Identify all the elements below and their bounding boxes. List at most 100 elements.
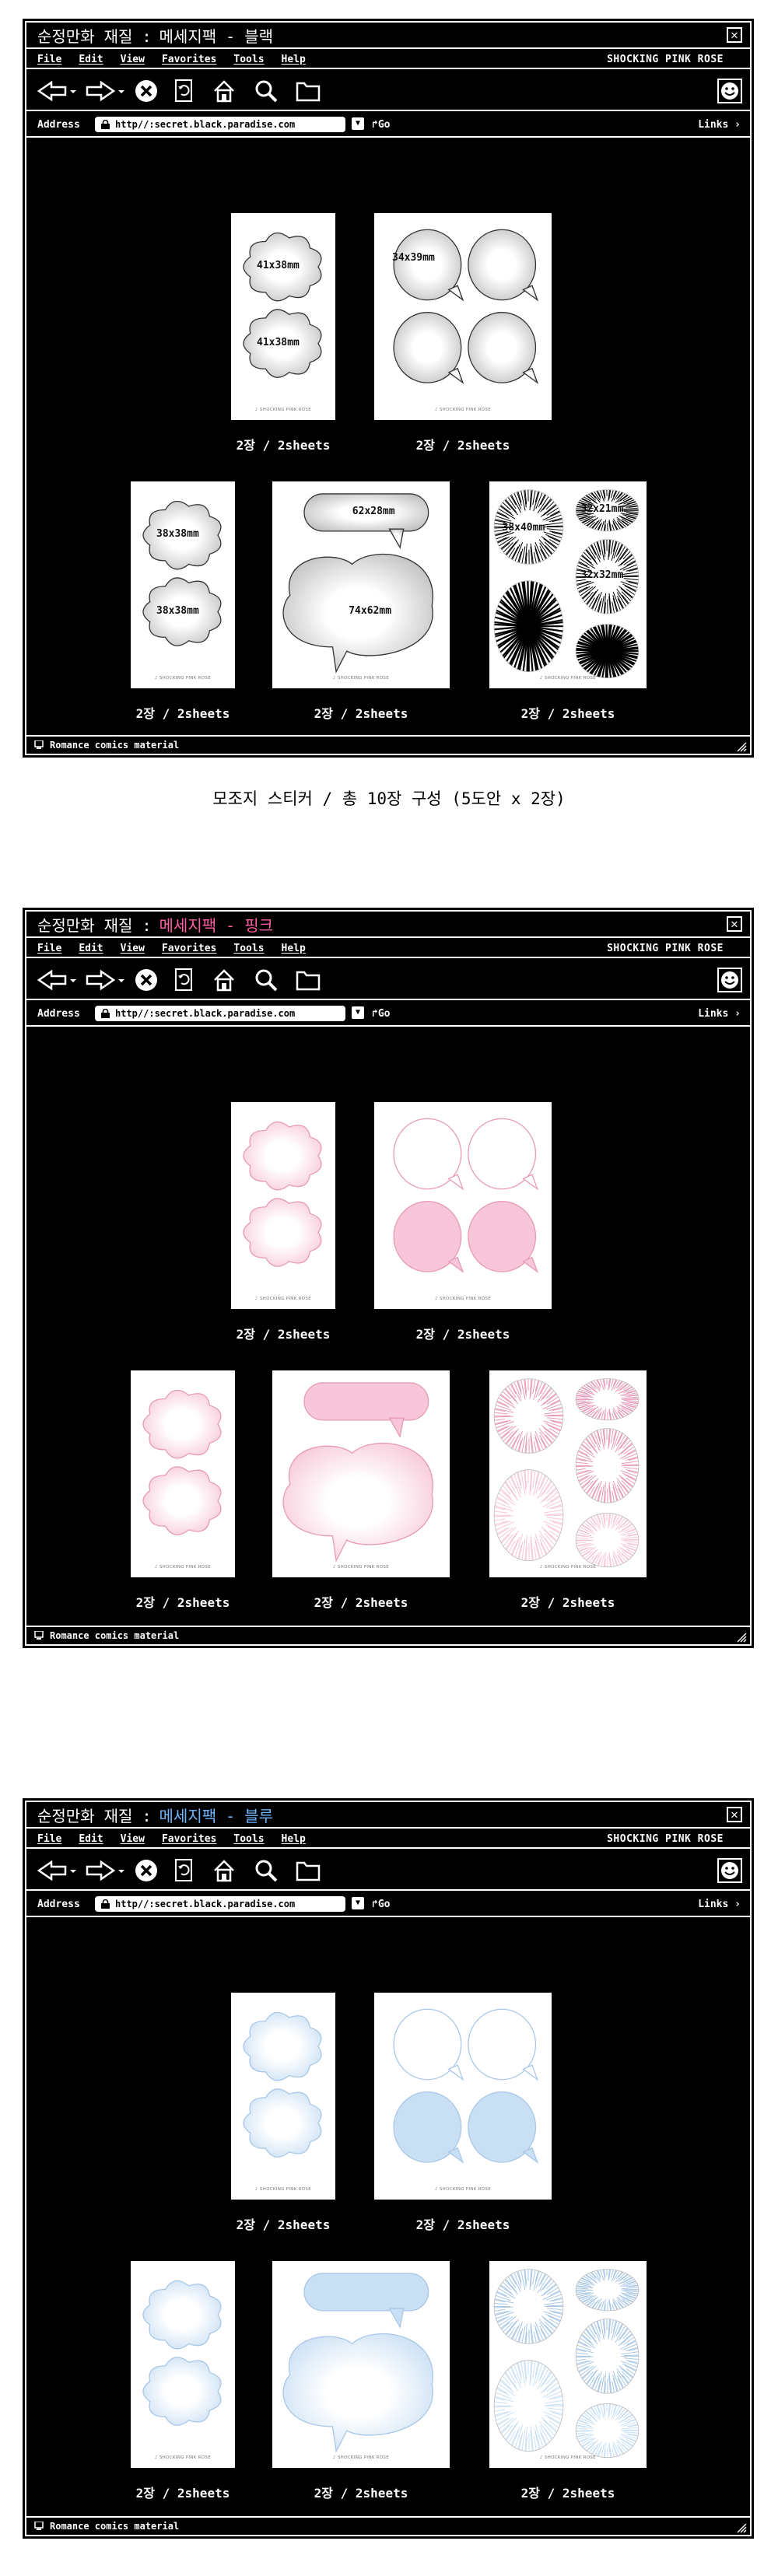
- sheet-brand-text: ♪ SHOCKING PINK ROSE: [540, 676, 596, 681]
- search-icon[interactable]: [252, 79, 280, 103]
- status-text: Romance comics material: [50, 2521, 180, 2532]
- home-icon[interactable]: [210, 79, 238, 103]
- menu-help[interactable]: Help: [282, 54, 306, 65]
- menu-help[interactable]: Help: [282, 1833, 306, 1845]
- window-title: 순정만화 재질 :: [37, 915, 152, 935]
- refresh-icon[interactable]: [170, 1858, 198, 1883]
- dimension-label: 38x38mm: [156, 528, 199, 541]
- sheet-count-caption: 2장 / 2sheets: [236, 438, 331, 453]
- home-icon[interactable]: [210, 1858, 238, 1883]
- menu-edit[interactable]: Edit: [79, 54, 103, 65]
- forward-arrow-icon[interactable]: [82, 968, 126, 992]
- links-button[interactable]: Links ›: [698, 1008, 741, 1020]
- smiley-icon: [717, 79, 742, 103]
- dimension-label: 32x21mm: [580, 503, 624, 516]
- dimension-label: 41x38mm: [257, 260, 300, 272]
- stop-icon[interactable]: [132, 1858, 160, 1883]
- sheet-brand-text: ♪ SHOCKING PINK ROSE: [255, 2187, 311, 2192]
- sticker-art: [243, 2011, 322, 2158]
- menu-help[interactable]: Help: [282, 943, 306, 954]
- menu-tools[interactable]: Tools: [233, 54, 264, 65]
- address-input[interactable]: http//:secret.black.paradise.com: [95, 117, 345, 132]
- menu-view[interactable]: View: [121, 943, 145, 954]
- menu-favorites[interactable]: Favorites: [162, 1833, 216, 1845]
- sticker-sheet: ♪ SHOCKING PINK ROSE: [374, 1102, 552, 1309]
- stop-icon[interactable]: [132, 968, 160, 992]
- address-bar: Address http//:secret.black.paradise.com…: [26, 1002, 750, 1027]
- sheet-brand-text: ♪ SHOCKING PINK ROSE: [255, 1297, 311, 1301]
- sheet-brand-text: ♪ SHOCKING PINK ROSE: [333, 676, 389, 681]
- menu-favorites[interactable]: Favorites: [162, 54, 216, 65]
- smiley-icon: [717, 968, 742, 992]
- url-text: http//:secret.black.paradise.com: [115, 1899, 296, 1909]
- lock-icon: [101, 120, 110, 129]
- sheet-count-caption: 2장 / 2sheets: [415, 1327, 510, 1342]
- sticker-art: [393, 1118, 539, 1273]
- sheet-count-caption: 2장 / 2sheets: [135, 2486, 230, 2501]
- resize-grip-icon[interactable]: [736, 741, 747, 752]
- sheet-count-caption: 2장 / 2sheets: [314, 706, 408, 721]
- stop-icon[interactable]: [132, 79, 160, 103]
- sheet-count-caption: 2장 / 2sheets: [520, 1595, 615, 1610]
- back-arrow-icon[interactable]: [36, 79, 79, 103]
- home-icon[interactable]: [210, 968, 238, 992]
- go-button[interactable]: ↱Go: [372, 119, 390, 131]
- dimension-label: 34x39mm: [392, 251, 435, 264]
- search-icon[interactable]: [252, 1858, 280, 1883]
- menu-bar: File Edit View Favorites Tools Help SHOC…: [26, 1830, 750, 1849]
- menu-tools[interactable]: Tools: [233, 1833, 264, 1845]
- computer-icon: [34, 1631, 44, 1640]
- sheet-count-caption: 2장 / 2sheets: [415, 2217, 510, 2232]
- dimension-label: 74x62mm: [349, 604, 392, 617]
- address-dropdown-icon[interactable]: ▼: [352, 117, 364, 130]
- links-button[interactable]: Links ›: [698, 119, 741, 131]
- links-button[interactable]: Links ›: [698, 1899, 741, 1910]
- forward-arrow-icon[interactable]: [82, 1858, 126, 1883]
- dimension-label: 62x28mm: [352, 505, 395, 517]
- menu-edit[interactable]: Edit: [79, 1833, 103, 1845]
- menu-file[interactable]: File: [37, 943, 61, 954]
- close-icon[interactable]: ✕: [727, 1807, 742, 1822]
- toolbar: [26, 71, 750, 111]
- refresh-icon[interactable]: [170, 968, 198, 992]
- menu-favorites[interactable]: Favorites: [162, 943, 216, 954]
- folder-icon[interactable]: [294, 79, 322, 103]
- forward-arrow-icon[interactable]: [82, 79, 126, 103]
- computer-icon: [34, 740, 44, 749]
- sticker-art: [142, 2280, 222, 2426]
- address-dropdown-icon[interactable]: ▼: [352, 1897, 364, 1909]
- go-button[interactable]: ↱Go: [372, 1008, 390, 1020]
- close-icon[interactable]: ✕: [727, 916, 742, 932]
- url-text: http//:secret.black.paradise.com: [115, 119, 296, 130]
- back-arrow-icon[interactable]: [36, 968, 79, 992]
- menu-file[interactable]: File: [37, 54, 61, 65]
- resize-grip-icon[interactable]: [736, 1632, 747, 1643]
- address-dropdown-icon[interactable]: ▼: [352, 1006, 364, 1019]
- sheet-brand-text: ♪ SHOCKING PINK ROSE: [540, 1565, 596, 1570]
- folder-icon[interactable]: [294, 968, 322, 992]
- menu-edit[interactable]: Edit: [79, 943, 103, 954]
- title-bar: 순정만화 재질 : 메세지팩 - 블루 ✕: [26, 1802, 750, 1829]
- go-button[interactable]: ↱Go: [372, 1899, 390, 1910]
- search-icon[interactable]: [252, 968, 280, 992]
- menu-file[interactable]: File: [37, 1833, 61, 1845]
- refresh-icon[interactable]: [170, 79, 198, 103]
- sheet-brand-text: ♪ SHOCKING PINK ROSE: [333, 1565, 389, 1570]
- resize-grip-icon[interactable]: [736, 2522, 747, 2533]
- menu-view[interactable]: View: [121, 54, 145, 65]
- close-icon[interactable]: ✕: [727, 27, 742, 43]
- menu-view[interactable]: View: [121, 1833, 145, 1845]
- sticker-sheet: ♪ SHOCKING PINK ROSE: [231, 1102, 335, 1309]
- address-input[interactable]: http//:secret.black.paradise.com: [95, 1006, 345, 1021]
- sticker-art: [393, 229, 539, 384]
- smiley-icon: [717, 1858, 742, 1883]
- sticker-sheet: ♪ SHOCKING PINK ROSE: [131, 2261, 235, 2468]
- address-input[interactable]: http//:secret.black.paradise.com: [95, 1896, 345, 1912]
- back-arrow-icon[interactable]: [36, 1858, 79, 1883]
- folder-icon[interactable]: [294, 1858, 322, 1883]
- menu-tools[interactable]: Tools: [233, 943, 264, 954]
- sheet-count-caption: 2장 / 2sheets: [520, 2486, 615, 2501]
- lock-icon: [101, 1009, 110, 1018]
- sticker-art: [282, 1382, 433, 1563]
- brand-label: SHOCKING PINK ROSE: [607, 1833, 724, 1845]
